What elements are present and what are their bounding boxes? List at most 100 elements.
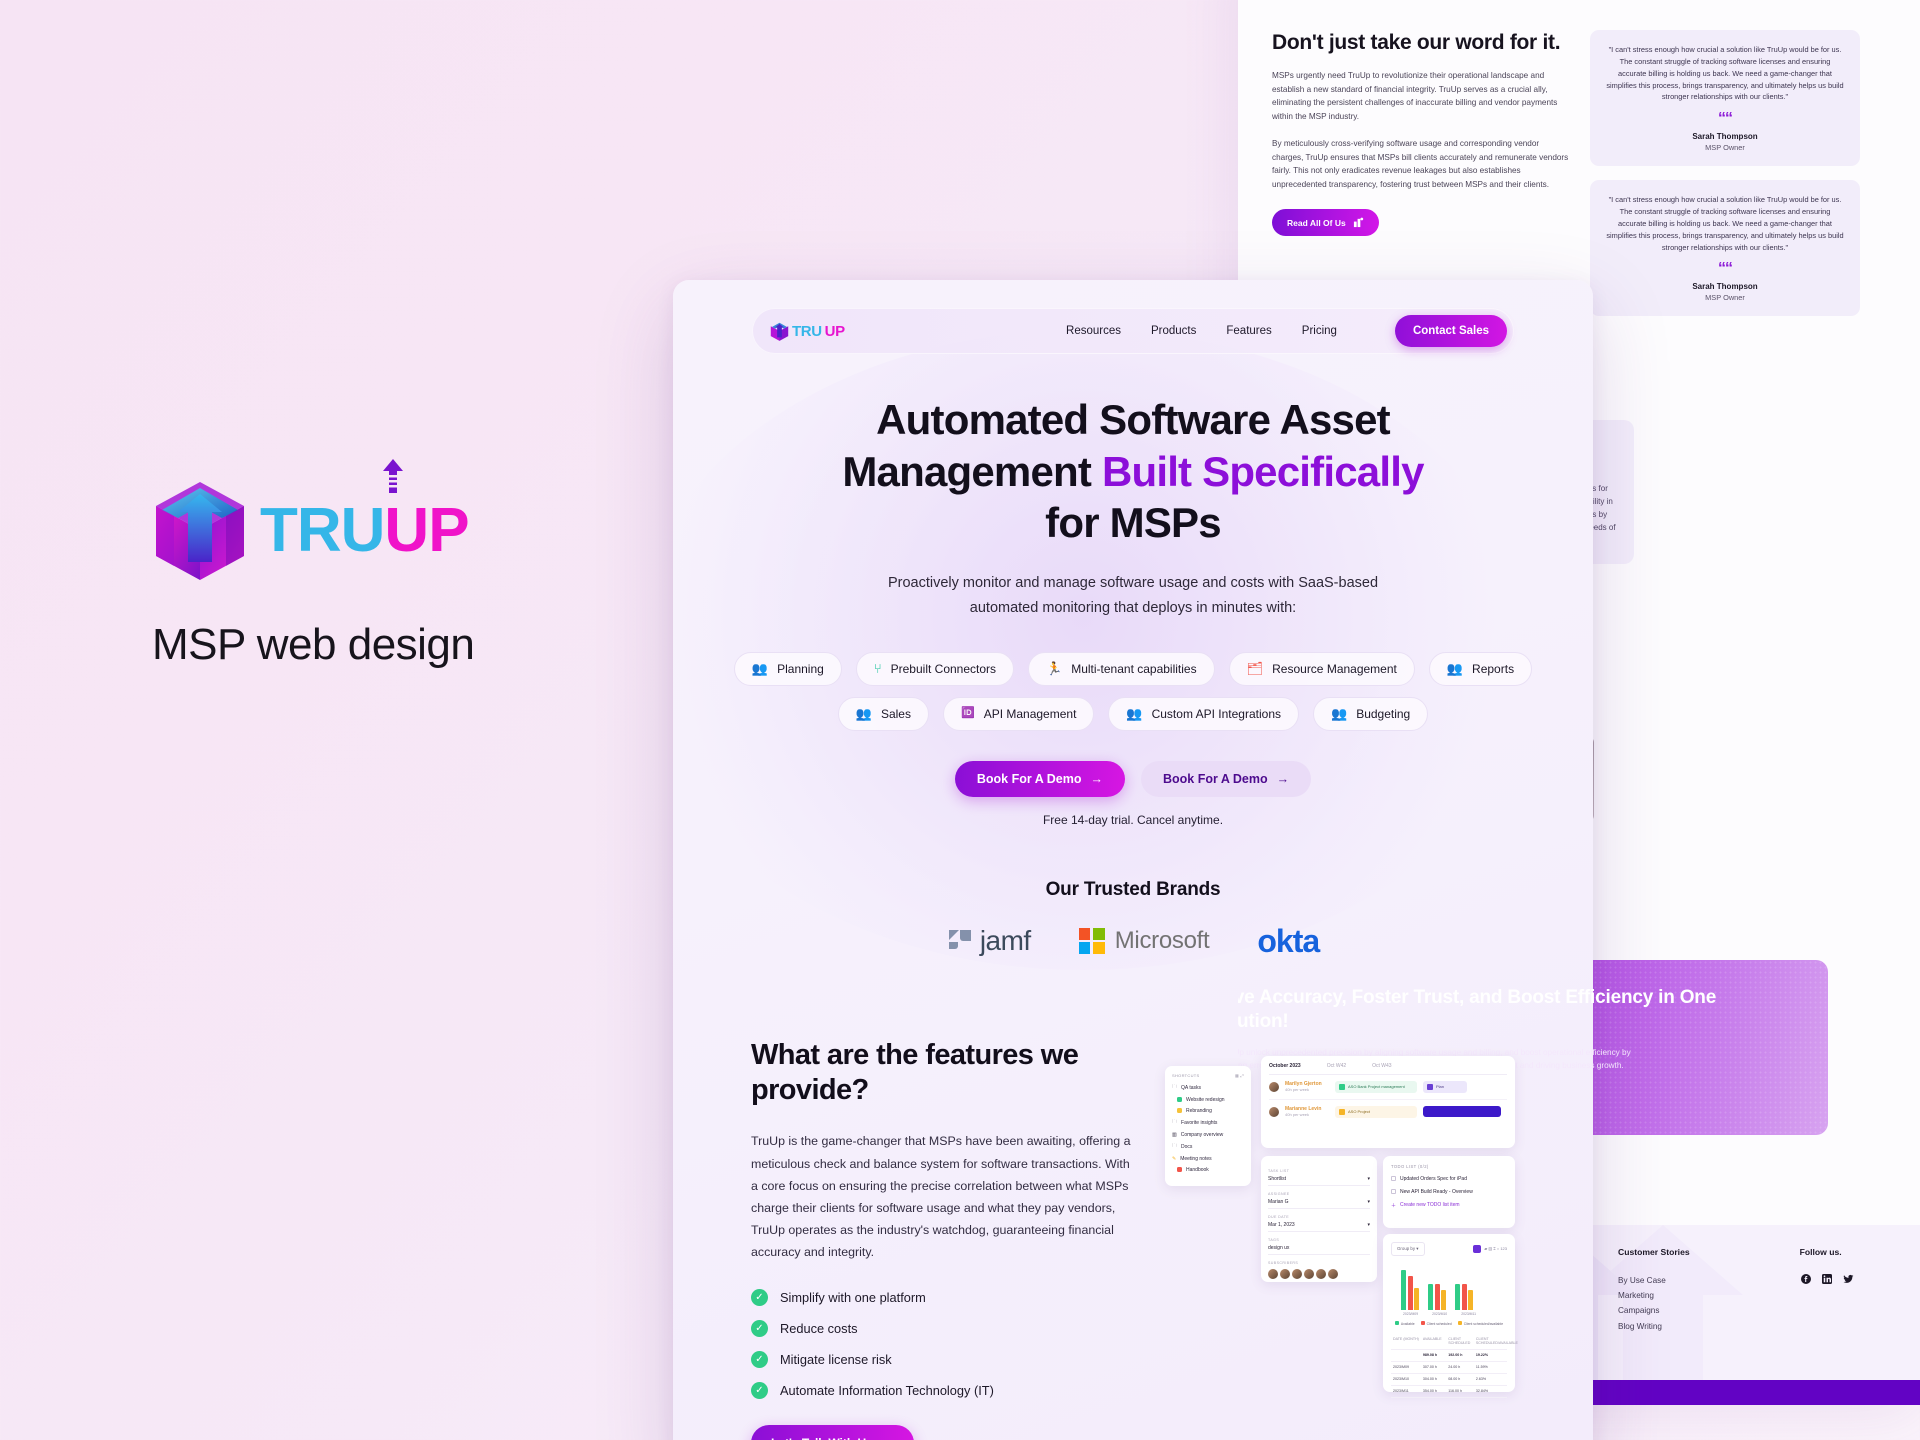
mock-task-chip[interactable]: ASO Project (1335, 1105, 1417, 1118)
mock-task-chip[interactable]: ASO Bank Project management (1335, 1080, 1417, 1093)
table-header: CLIENT SCHEDULED/AVAILABLE (1475, 1337, 1518, 1346)
bg-testimonial-paragraph-2: By meticulously cross-verifying software… (1272, 139, 1569, 189)
navbar-links: Resources Products Features Pricing Cont… (1066, 315, 1507, 347)
mock-board-row: Marianne Levin 40h per week ASO Project (1269, 1100, 1507, 1124)
navbar-logo[interactable]: TRU UP (770, 321, 845, 341)
bg-footer-link[interactable]: Marketing (1618, 1288, 1690, 1303)
pill-budgeting[interactable]: 👥 Budgeting (1313, 696, 1429, 731)
pill-label: Multi-tenant capabilities (1071, 661, 1197, 676)
hero-subheading: Proactively monitor and manage software … (887, 574, 1379, 617)
mock-detail-value[interactable]: design ux (1268, 1242, 1370, 1255)
checkbox-icon[interactable] (1391, 1189, 1396, 1195)
twitter-icon[interactable] (1842, 1273, 1855, 1288)
nav-link-pricing[interactable]: Pricing (1302, 325, 1337, 337)
pill-label: Reports (1472, 661, 1515, 676)
mock-sidebar-item[interactable]: ✎ Meeting notes (1172, 1156, 1244, 1162)
brand-panel: TRU UP MSP web design (152, 458, 572, 670)
pill-resource-management[interactable]: 🗂 Resource Management (1228, 651, 1415, 686)
people-icon: 👥 (1446, 661, 1464, 677)
facebook-icon[interactable] (1800, 1273, 1812, 1288)
mock-sidebar-item[interactable]: Rebranding (1172, 1108, 1244, 1114)
microsoft-icon (1078, 928, 1105, 955)
trusted-brands-section: Our Trusted Brands jamf Microsoft okta (673, 879, 1593, 960)
folder-icon: 🗀 (1172, 1083, 1178, 1090)
lets-talk-button[interactable]: Let's Talk With Us → (751, 1424, 914, 1440)
nav-link-features[interactable]: Features (1226, 325, 1271, 337)
brand-logo-jamf: jamf (947, 925, 1031, 957)
mock-subscriber-avatars (1268, 1268, 1370, 1279)
pill-multi-tenant-capabilities[interactable]: 🏃 Multi-tenant capabilities (1028, 651, 1215, 686)
stack-icon: 🗂 (1246, 661, 1264, 677)
contact-sales-button[interactable]: Contact Sales (1394, 315, 1507, 347)
mock-sidebar-item[interactable]: 🗀 QA tasks (1172, 1084, 1244, 1092)
chevron-down-icon: ▾ (1367, 1221, 1370, 1228)
hero-section: Automated Software Asset Management Buil… (673, 394, 1593, 827)
mock-todo-item[interactable]: Updated Orders Spec for iPad (1391, 1176, 1507, 1182)
bg-read-all-button[interactable]: Read All Of Us (1272, 209, 1379, 237)
bg-quote-role: MSP Owner (1705, 143, 1745, 153)
pill-label: Planning (777, 661, 824, 676)
table-cell: 08.00 h (1448, 1377, 1461, 1382)
checklist-label: Mitigate license risk (780, 1351, 892, 1367)
bg-footer-col-title: Customer Stories (1618, 1247, 1690, 1257)
mock-sidebar-item[interactable]: Website redesign (1172, 1097, 1244, 1103)
table-cell: 19.22% (1475, 1353, 1489, 1358)
bg-footer-link[interactable]: Campaigns (1618, 1303, 1690, 1318)
mock-sidebar-item[interactable]: 🗀 Favorite insights (1172, 1119, 1244, 1127)
pill-sales[interactable]: 👥 Sales (837, 696, 929, 731)
pill-planning[interactable]: 👥 Planning (733, 651, 842, 686)
bar-group (1401, 1269, 1419, 1310)
mock-sidebar-item[interactable]: ▥ Company overview (1172, 1132, 1244, 1138)
pill-reports[interactable]: 👥 Reports (1428, 651, 1533, 686)
features-section: What are the features we provide? TruUp … (673, 1038, 1593, 1440)
legend-label: Client scheduled/available (1463, 1321, 1504, 1326)
nav-link-resources[interactable]: Resources (1066, 325, 1121, 337)
arrow-right-icon: → (882, 1436, 894, 1440)
legend-label: Available (1400, 1321, 1415, 1326)
bg-testimonial-section: Don't just take our word for it. MSPs ur… (1238, 0, 1920, 317)
mock-todo-item[interactable]: New API Build Ready - Overview (1391, 1189, 1507, 1195)
x-tick: 2023/M09 (1403, 1311, 1419, 1316)
mock-sidebar-label: QA tasks (1181, 1084, 1202, 1091)
mock-todo-label: New API Build Ready - Overview (1400, 1188, 1473, 1195)
checkbox-icon[interactable] (1391, 1176, 1396, 1182)
pill-prebuilt-connectors[interactable]: ⑂ Prebuilt Connectors (855, 651, 1015, 686)
table-cell: 2023/M09 (1393, 1365, 1409, 1370)
mock-todo-add[interactable]: ＋ Create new TODO list item (1391, 1202, 1507, 1209)
book-demo-secondary-button[interactable]: Book For A Demo → (1141, 760, 1312, 797)
mock-task-chip[interactable]: Plan (1423, 1080, 1467, 1093)
mock-groupby-select[interactable]: Group by ▾ (1391, 1241, 1425, 1256)
table-cell: 354.00 h (1422, 1389, 1437, 1394)
avatar (1269, 1106, 1279, 1117)
brand-logo-okta: okta (1257, 923, 1320, 960)
mock-detail-panel: TASK LIST Shortlist ▾ ASSIGNEE Marian G ▾ … (1261, 1155, 1377, 1282)
check-circle-icon: ✓ (751, 1381, 768, 1399)
pen-icon: ✎ (1172, 1155, 1177, 1162)
trusted-brands-title: Our Trusted Brands (1045, 878, 1221, 900)
mock-detail-value[interactable]: Marian G ▾ (1268, 1196, 1370, 1209)
runner-icon: 🏃 (1046, 661, 1063, 677)
bg-footer-link[interactable]: Blog Writing (1618, 1319, 1690, 1334)
mock-detail-value[interactable]: Mar 1, 2023 ▾ (1268, 1219, 1370, 1232)
table-cell: 304.00 h (1422, 1377, 1437, 1382)
linkedin-icon[interactable] (1821, 1273, 1833, 1288)
bg-quote-card: "I can't stress enough how crucial a sol… (1590, 30, 1860, 167)
mock-sidebar-item[interactable]: 🗀 Docs (1172, 1143, 1244, 1151)
bg-footer-link[interactable]: By Use Case (1618, 1273, 1690, 1288)
mock-chart-toolbar[interactable]: ▰ ▥ ⌶ ○ 123 (1473, 1244, 1507, 1253)
mock-sidebar: SHORTCUTS ▦ ⤢ 🗀 QA tasks Website redesign … (1165, 1065, 1251, 1186)
truup-logo-mark-icon (770, 322, 789, 341)
mock-board-row: Marilyn Gjerton 40h per week ASO Bank Pr… (1269, 1075, 1507, 1100)
mock-detail-value[interactable]: Shortlist ▾ (1268, 1173, 1370, 1186)
legend-label: Client scheduled (1426, 1321, 1452, 1326)
chevron-down-icon: ▾ (1367, 1198, 1370, 1205)
mock-sidebar-item[interactable]: Handbook (1172, 1167, 1244, 1173)
brand-logo-microsoft: Microsoft (1078, 927, 1210, 955)
mock-task-chip-active[interactable] (1423, 1106, 1501, 1118)
book-demo-primary-button[interactable]: Book For A Demo → (954, 760, 1125, 797)
pill-api-management[interactable]: 🆔 API Management (942, 696, 1095, 731)
nav-link-products[interactable]: Products (1151, 325, 1196, 337)
main-website-card: TRU UP Resources Products Features Prici… (673, 280, 1593, 1440)
pill-custom-api-integrations[interactable]: 👥 Custom API Integrations (1108, 696, 1299, 731)
wordmark-tru: TRU (260, 495, 385, 565)
